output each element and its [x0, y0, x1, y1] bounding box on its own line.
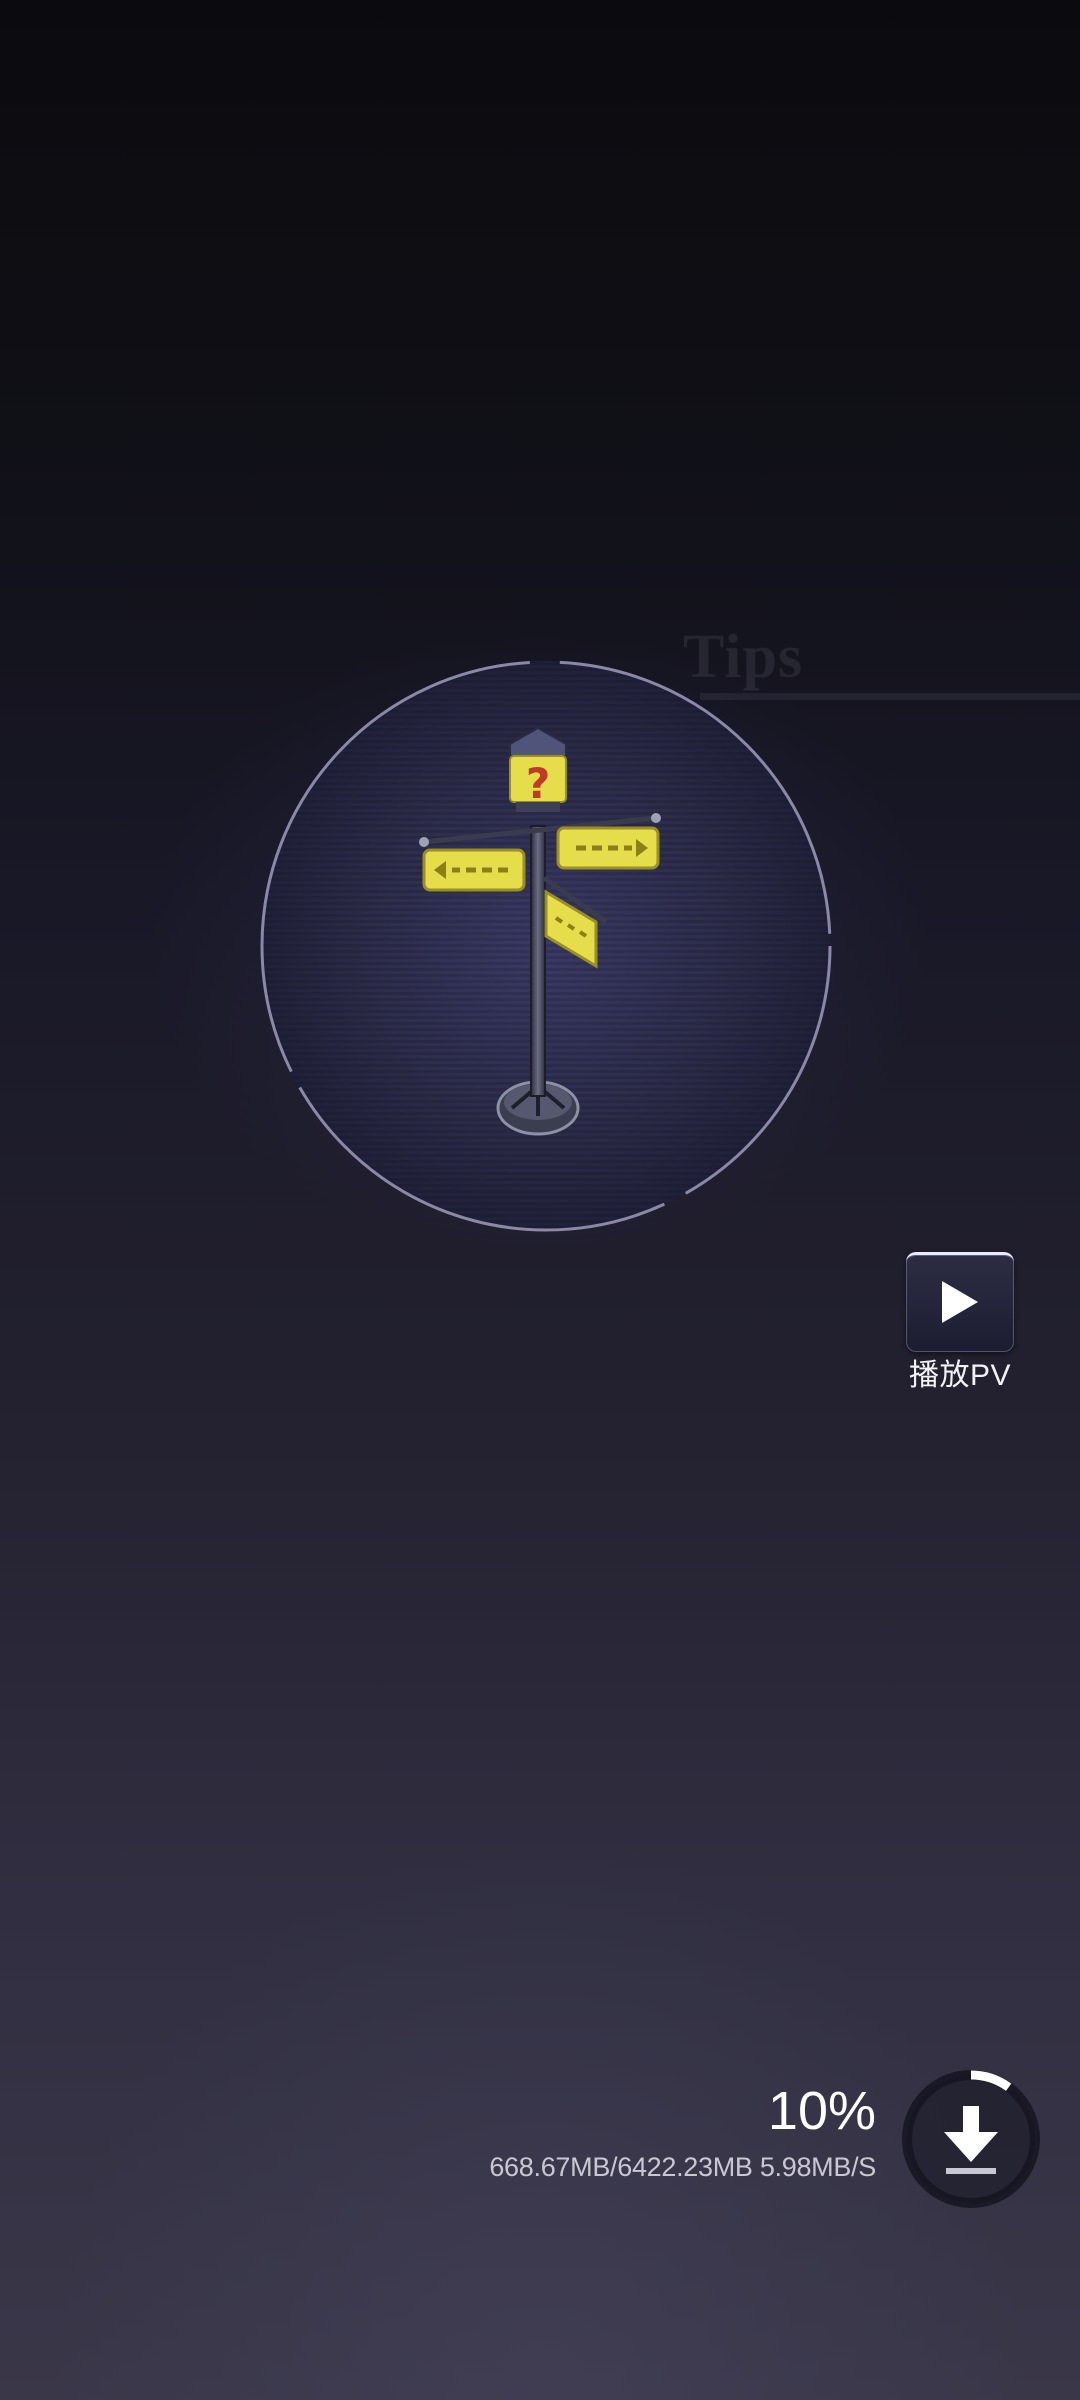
download-button[interactable]	[896, 2064, 1046, 2214]
svg-text:?: ?	[526, 759, 550, 808]
play-pv-button[interactable]	[906, 1252, 1014, 1352]
loading-screen: Tips ? 播放PV 10% 668.67MB/6422.23MB 5.98M…	[0, 0, 1080, 2400]
download-stats: 668.67MB/6422.23MB 5.98MB/S	[489, 2152, 876, 2182]
tip-illustration: ?	[256, 656, 836, 1236]
play-pv-label: 播放PV	[908, 1359, 1012, 1392]
download-percent: 10%	[767, 2081, 876, 2141]
play-icon	[942, 1281, 978, 1323]
